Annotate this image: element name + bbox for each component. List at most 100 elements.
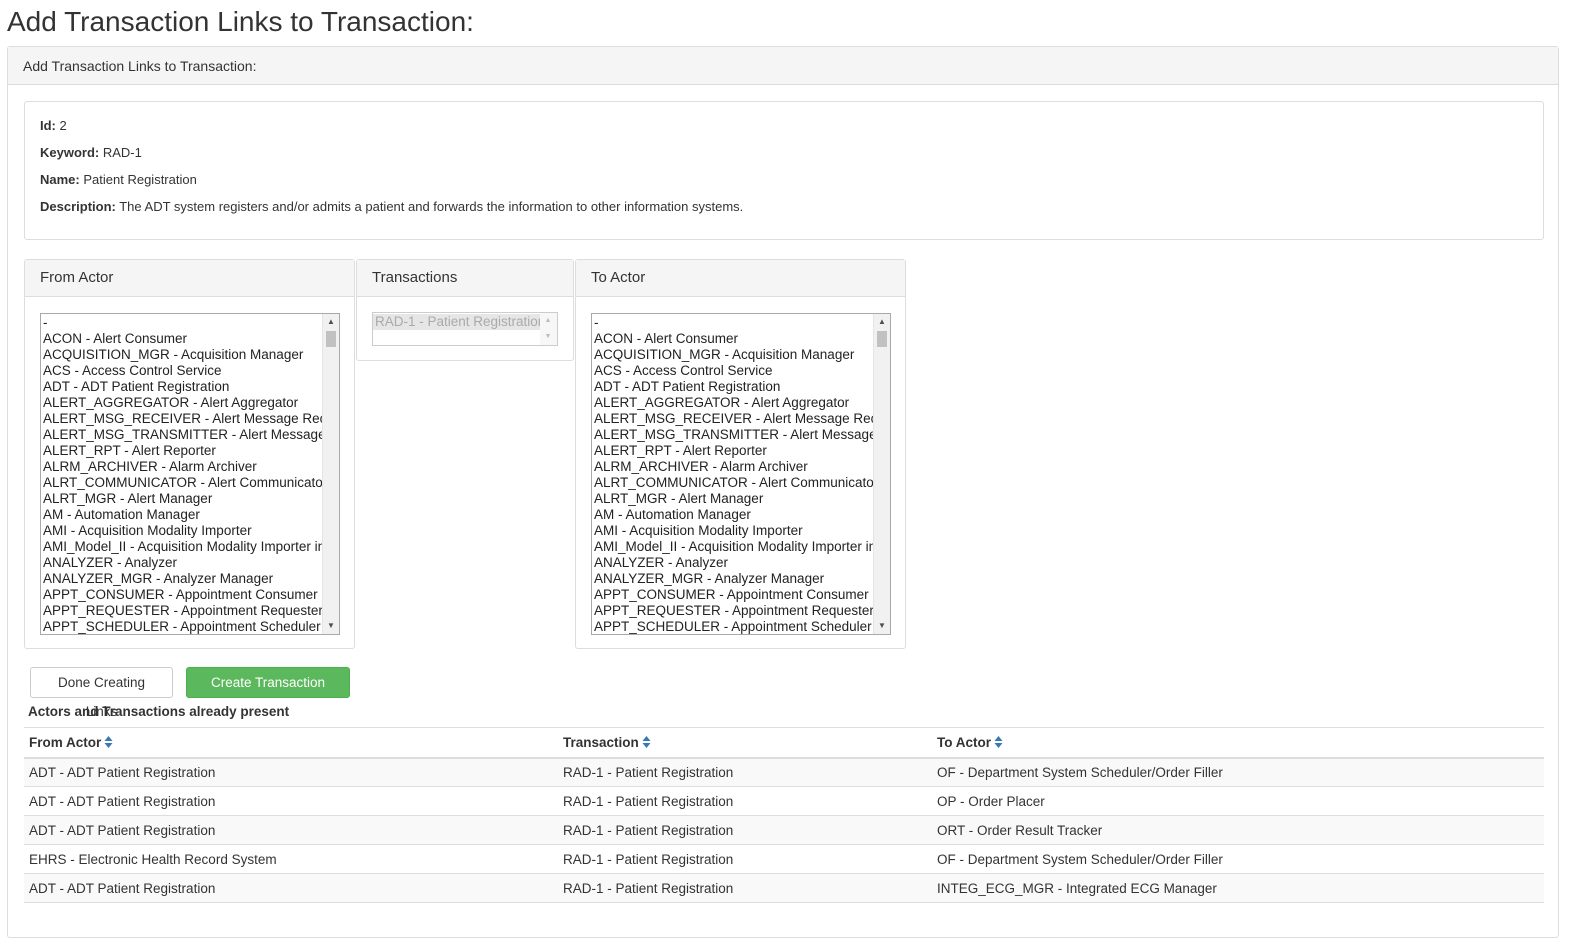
to-actor-option[interactable]: APPT_CONSUMER - Appointment Consumer xyxy=(592,587,873,603)
to-actor-option[interactable]: ANALYZER - Analyzer xyxy=(592,555,873,571)
from-actor-option[interactable]: ALERT_AGGREGATOR - Alert Aggregator xyxy=(41,395,322,411)
to-actor-option[interactable]: ALRT_COMMUNICATOR - Alert Communicator xyxy=(592,475,873,491)
table-row: EHRS - Electronic Health Record System RA… xyxy=(24,844,1544,874)
from-actor-option[interactable]: AM - Automation Manager xyxy=(41,507,322,523)
from-actor-panel: From Actor - ACON - Alert Consumer ACQUISI… xyxy=(24,259,355,649)
to-actor-option[interactable]: ALERT_RPT - Alert Reporter xyxy=(592,443,873,459)
to-actor-scrollbar[interactable]: ▲ ▼ xyxy=(873,314,890,634)
scroll-down-arrow-icon: ▼ xyxy=(544,333,552,340)
to-actor-option[interactable]: ALERT_MSG_TRANSMITTER - Alert Message T xyxy=(592,427,873,443)
page-title: Add Transaction Links to Transaction: xyxy=(7,6,474,37)
to-actor-option[interactable]: ALRT_MGR - Alert Manager xyxy=(592,491,873,507)
from-actor-option[interactable]: - xyxy=(41,315,322,331)
from-actor-option[interactable]: ALERT_MSG_RECEIVER - Alert Message Rece xyxy=(41,411,322,427)
from-actor-option[interactable]: ACON - Alert Consumer xyxy=(41,331,322,347)
scroll-down-arrow-icon[interactable]: ▼ xyxy=(874,618,890,634)
to-actor-option[interactable]: - xyxy=(592,315,873,331)
from-actor-option[interactable]: ACS - Access Control Service xyxy=(41,363,322,379)
to-actor-cell: INTEG_ECG_MGR - Integrated ECG Manager xyxy=(932,873,1544,903)
column-header-to-actor[interactable]: To Actor xyxy=(932,727,1544,759)
to-actor-option[interactable]: APPT_REQUESTER - Appointment Requester xyxy=(592,603,873,619)
to-actor-option[interactable]: ACS - Access Control Service xyxy=(592,363,873,379)
to-actor-option[interactable]: AMI_Model_II - Acquisition Modality Impo… xyxy=(592,539,873,555)
from-actor-option[interactable]: ANALYZER_MGR - Analyzer Manager xyxy=(41,571,322,587)
transactions-panel: Transactions RAD-1 - Patient Registratio… xyxy=(356,259,574,361)
from-actor-heading: From Actor xyxy=(25,260,354,297)
create-transaction-link-button[interactable]: Create Transaction Link xyxy=(186,667,350,719)
from-actor-option[interactable]: ACQUISITION_MGR - Acquisition Manager xyxy=(41,347,322,363)
from-actor-option[interactable]: ADT - ADT Patient Registration xyxy=(41,379,322,395)
existing-links-body: ADT - ADT Patient Registration RAD-1 - Pa… xyxy=(24,757,1544,903)
table-row: ADT - ADT Patient Registration RAD-1 - Pa… xyxy=(24,757,1544,787)
id-value: 2 xyxy=(59,118,67,133)
to-actor-option[interactable]: ANALYZER_MGR - Analyzer Manager xyxy=(592,571,873,587)
to-actor-option[interactable]: ADT - ADT Patient Registration xyxy=(592,379,873,395)
to-actor-panel: To Actor - ACON - Alert Consumer ACQUISITI… xyxy=(575,259,906,649)
from-actor-option[interactable]: ALRT_MGR - Alert Manager xyxy=(41,491,322,507)
table-row: ADT - ADT Patient Registration RAD-1 - Pa… xyxy=(24,786,1544,816)
to-actor-options: - ACON - Alert Consumer ACQUISITION_MGR - … xyxy=(592,314,873,634)
keyword-value: RAD-1 xyxy=(102,145,142,160)
transaction-cell: RAD-1 - Patient Registration xyxy=(558,786,932,816)
from-actor-option[interactable]: AMI - Acquisition Modality Importer xyxy=(41,523,322,539)
done-creating-links-button[interactable]: Done Creating Links xyxy=(30,667,173,719)
transaction-cell: RAD-1 - Patient Registration xyxy=(558,757,932,787)
add-links-panel: Add Transaction Links to Transaction: Id… xyxy=(7,46,1559,938)
transaction-cell: RAD-1 - Patient Registration xyxy=(558,815,932,845)
from-actor-cell: ADT - ADT Patient Registration xyxy=(24,757,558,787)
from-actor-option[interactable]: ALRT_COMMUNICATOR - Alert Communicator xyxy=(41,475,322,491)
keyword-label: Keyword: xyxy=(40,145,100,160)
to-actor-option[interactable]: ACQUISITION_MGR - Acquisition Manager xyxy=(592,347,873,363)
scroll-up-arrow-icon[interactable]: ▲ xyxy=(874,314,890,330)
from-actor-option[interactable]: APPT_SCHEDULER - Appointment Scheduler xyxy=(41,619,322,634)
to-actor-option[interactable]: ALERT_MSG_RECEIVER - Alert Message Rece xyxy=(592,411,873,427)
column-header-transaction[interactable]: Transaction xyxy=(558,727,932,759)
scroll-thumb[interactable] xyxy=(326,331,336,347)
to-actor-option[interactable]: APPT_SCHEDULER - Appointment Scheduler xyxy=(592,619,873,634)
column-header-label: To Actor xyxy=(937,734,991,750)
to-actor-option[interactable]: ACON - Alert Consumer xyxy=(592,331,873,347)
to-actor-cell: ORT - Order Result Tracker xyxy=(932,815,1544,845)
from-actor-scrollbar[interactable]: ▲ ▼ xyxy=(322,314,339,634)
transactions-scrollbar: ▲ ▼ xyxy=(540,313,557,345)
panel-heading: Add Transaction Links to Transaction: xyxy=(8,47,1558,85)
from-actor-option[interactable]: AMI_Model_II - Acquisition Modality Impo… xyxy=(41,539,322,555)
scroll-down-arrow-icon[interactable]: ▼ xyxy=(323,618,339,634)
from-actor-cell: ADT - ADT Patient Registration xyxy=(24,786,558,816)
transactions-listbox: RAD-1 - Patient Registration ▲ ▼ xyxy=(372,312,558,346)
transaction-option[interactable]: RAD-1 - Patient Registration xyxy=(373,314,540,330)
transaction-info: Id: 2 Keyword: RAD-1 Name: Patient Regis… xyxy=(24,101,1544,240)
to-actor-option[interactable]: AM - Automation Manager xyxy=(592,507,873,523)
scroll-up-arrow-icon[interactable]: ▲ xyxy=(323,314,339,330)
sort-icon[interactable] xyxy=(104,735,113,749)
scroll-up-arrow-icon: ▲ xyxy=(544,317,552,324)
from-actor-cell: ADT - ADT Patient Registration xyxy=(24,873,558,903)
to-actor-option[interactable]: AMI - Acquisition Modality Importer xyxy=(592,523,873,539)
to-actor-listbox[interactable]: - ACON - Alert Consumer ACQUISITION_MGR - … xyxy=(591,313,891,635)
from-actor-listbox[interactable]: - ACON - Alert Consumer ACQUISITION_MGR - … xyxy=(40,313,340,635)
to-actor-heading: To Actor xyxy=(576,260,905,297)
from-actor-option[interactable]: ALERT_RPT - Alert Reporter xyxy=(41,443,322,459)
table-row: ADT - ADT Patient Registration RAD-1 - Pa… xyxy=(24,815,1544,845)
column-header-from-actor[interactable]: From Actor xyxy=(24,727,558,759)
transaction-keyword: Keyword: RAD-1 xyxy=(40,145,1528,161)
from-actor-option[interactable]: APPT_REQUESTER - Appointment Requester xyxy=(41,603,322,619)
transactions-heading: Transactions xyxy=(357,260,573,297)
sort-icon[interactable] xyxy=(994,735,1003,749)
scroll-thumb[interactable] xyxy=(877,331,887,347)
sort-icon[interactable] xyxy=(642,735,651,749)
to-actor-cell: OF - Department System Scheduler/Order F… xyxy=(932,757,1544,787)
transaction-description: Description: The ADT system registers an… xyxy=(40,199,1528,215)
column-header-label: Transaction xyxy=(563,734,639,750)
transaction-cell: RAD-1 - Patient Registration xyxy=(558,873,932,903)
transaction-name: Name: Patient Registration xyxy=(40,172,1528,188)
table-row: ADT - ADT Patient Registration RAD-1 - Pa… xyxy=(24,873,1544,903)
from-actor-option[interactable]: ANALYZER - Analyzer xyxy=(41,555,322,571)
to-actor-option[interactable]: ALERT_AGGREGATOR - Alert Aggregator xyxy=(592,395,873,411)
existing-links-title: Actors and Transactions already present xyxy=(28,704,290,719)
to-actor-option[interactable]: ALRM_ARCHIVER - Alarm Archiver xyxy=(592,459,873,475)
from-actor-option[interactable]: APPT_CONSUMER - Appointment Consumer xyxy=(41,587,322,603)
from-actor-option[interactable]: ALERT_MSG_TRANSMITTER - Alert Message T xyxy=(41,427,322,443)
from-actor-option[interactable]: ALRM_ARCHIVER - Alarm Archiver xyxy=(41,459,322,475)
transaction-id: Id: 2 xyxy=(40,118,1528,134)
